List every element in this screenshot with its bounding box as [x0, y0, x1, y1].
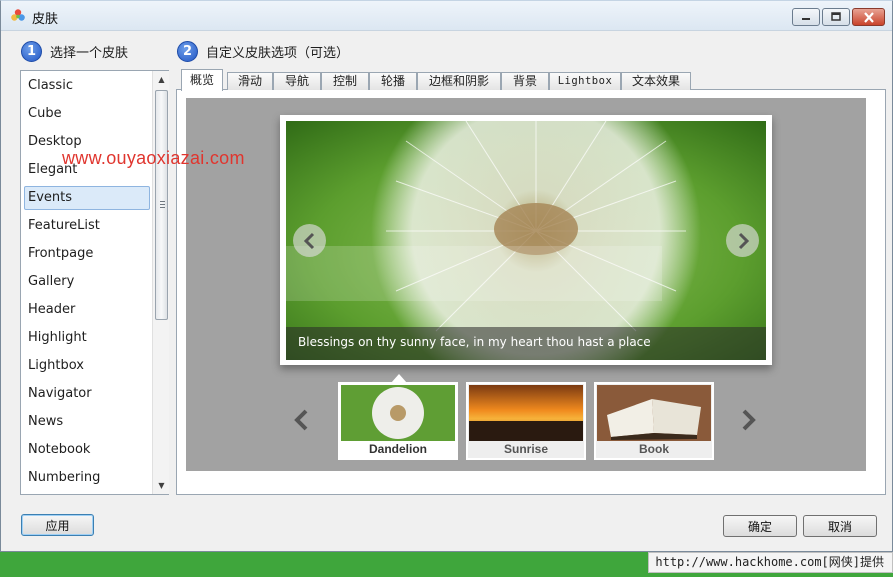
caption-band: Blessings on thy sunny face, in my heart… — [286, 327, 766, 360]
close-button[interactable] — [852, 8, 885, 26]
skin-list-item-selected[interactable]: Events — [24, 186, 150, 210]
skin-list-item[interactable]: Numbering — [24, 466, 150, 490]
thumbnail-image — [341, 385, 455, 441]
step-choose-skin: 1 选择一个皮肤 — [21, 41, 128, 62]
chevron-right-icon — [738, 232, 749, 249]
step-label: 自定义皮肤选项（可选） — [206, 46, 350, 61]
apply-button[interactable]: 应用 — [21, 514, 94, 536]
skin-list-item[interactable]: Frontpage — [24, 242, 150, 266]
app-logo-icon — [11, 9, 25, 21]
thumbnail-label: Dandelion — [368, 442, 427, 456]
slide-prev-button[interactable] — [293, 224, 326, 257]
maximize-button[interactable] — [822, 8, 850, 26]
step-label: 选择一个皮肤 — [50, 46, 129, 61]
thumbnail-next-button[interactable] — [739, 408, 757, 432]
skin-list-item[interactable]: Highlight — [24, 326, 150, 350]
thumbnail-image — [597, 385, 711, 441]
thumbnail-sunrise[interactable]: Sunrise — [466, 382, 586, 460]
tab-overview[interactable]: 概览 — [181, 69, 223, 91]
thumbnail-book[interactable]: Book — [594, 382, 714, 460]
scroll-up-arrow-icon[interactable]: ▲ — [153, 71, 170, 88]
grip-icon — [160, 201, 165, 208]
chevron-left-icon — [303, 232, 314, 249]
thumbnail-image — [469, 385, 583, 441]
maximize-icon — [831, 12, 841, 21]
arrow-right-icon — [742, 409, 756, 431]
step-number-badge: 1 — [21, 41, 42, 62]
watermark-text: www.ouyaoxiazai.com — [62, 148, 245, 168]
slide-caption: Blessings on thy sunny face, in my heart… — [298, 335, 651, 349]
tab-background[interactable]: 背景 — [501, 72, 549, 90]
scroll-down-arrow-icon[interactable]: ▼ — [153, 477, 170, 494]
skin-list-item[interactable]: Header — [24, 298, 150, 322]
footer-credit: http://www.hackhome.com[网侠]提供 — [648, 552, 893, 573]
slide-next-button[interactable] — [726, 224, 759, 257]
tab-carousel[interactable]: 轮播 — [369, 72, 417, 90]
thumbnail-prev-button[interactable] — [293, 408, 311, 432]
tab-slide[interactable]: 滑动 — [227, 72, 273, 90]
minimize-button[interactable] — [792, 8, 820, 26]
watermark-band — [286, 246, 662, 301]
skin-list-item[interactable]: Classic — [24, 74, 150, 98]
skin-list-item[interactable]: News — [24, 410, 150, 434]
arrow-left-icon — [294, 409, 308, 431]
tab-lightbox[interactable]: Lightbox — [549, 72, 621, 90]
minimize-icon — [802, 18, 810, 20]
skin-list[interactable]: Classic Cube Desktop Elegant Events Feat… — [20, 70, 169, 495]
tab-border-shadow[interactable]: 边框和阴影 — [417, 72, 501, 90]
skin-list-item[interactable]: Notebook — [24, 438, 150, 462]
tab-text-effects[interactable]: 文本效果 — [621, 72, 691, 90]
title-bar: 皮肤 — [1, 1, 892, 31]
tab-controls[interactable]: 控制 — [321, 72, 369, 90]
skin-list-item[interactable]: Lightbox — [24, 354, 150, 378]
step-customize-skin: 2 自定义皮肤选项（可选） — [177, 41, 349, 62]
skin-list-scrollbar[interactable]: ▲ ▼ — [152, 71, 169, 494]
dandelion-photo — [286, 121, 766, 360]
cancel-button[interactable]: 取消 — [803, 515, 877, 537]
ok-button[interactable]: 确定 — [723, 515, 797, 537]
skin-list-item[interactable]: Cube — [24, 102, 150, 126]
slider-preview: Blessings on thy sunny face, in my heart… — [280, 115, 772, 365]
step-number-badge: 2 — [177, 41, 198, 62]
tab-navigation[interactable]: 导航 — [273, 72, 321, 90]
thumbnail-label: Book — [639, 442, 669, 456]
skin-list-item[interactable]: FeatureList — [24, 214, 150, 238]
window-title: 皮肤 — [32, 12, 59, 27]
skin-dialog: 皮肤 1 选择一个皮肤 2 自定义皮肤选项（可选） Classic Cube D… — [0, 0, 893, 552]
slide-image: Blessings on thy sunny face, in my heart… — [286, 121, 766, 360]
scrollbar-thumb[interactable] — [155, 90, 168, 320]
skin-list-item[interactable]: Gallery — [24, 270, 150, 294]
close-icon — [863, 11, 874, 23]
skin-list-item[interactable]: Navigator — [24, 382, 150, 406]
thumbnail-dandelion[interactable]: Dandelion — [338, 382, 458, 460]
thumbnail-label: Sunrise — [503, 442, 548, 456]
